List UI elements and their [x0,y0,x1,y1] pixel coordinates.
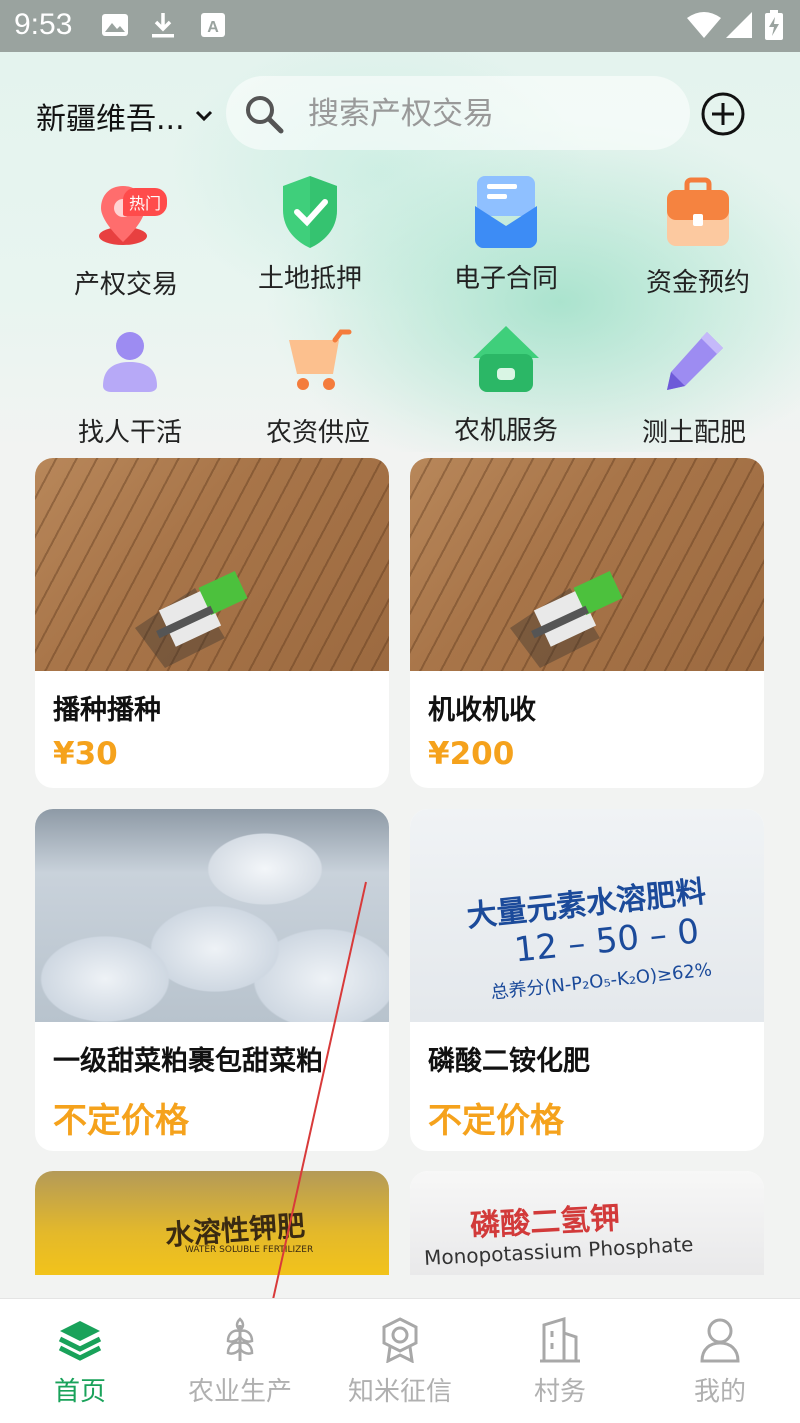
tab-label: 知米征信 [347,1377,452,1407]
tab-credit[interactable]: 知米征信 [320,1317,480,1408]
tab-agriculture[interactable]: 农业生产 [160,1317,320,1408]
building-icon [540,1316,580,1363]
tab-label: 我的 [693,1377,746,1407]
tab-village-affairs[interactable]: 村务 [480,1316,640,1408]
tab-label: 农业生产 [187,1377,292,1407]
badge-icon [382,1317,418,1364]
bottom-tab-bar: 首页 农业生产 知米征信 村务 我的 [0,1298,800,1423]
tab-label: 村务 [533,1377,586,1407]
user-icon [700,1318,740,1363]
annotation-arrow [260,881,367,1338]
layers-icon [58,1321,102,1361]
tab-label: 首页 [53,1377,106,1407]
tab-home[interactable]: 首页 [0,1317,160,1408]
tab-mine[interactable]: 我的 [640,1317,800,1408]
wheat-icon [226,1317,254,1361]
